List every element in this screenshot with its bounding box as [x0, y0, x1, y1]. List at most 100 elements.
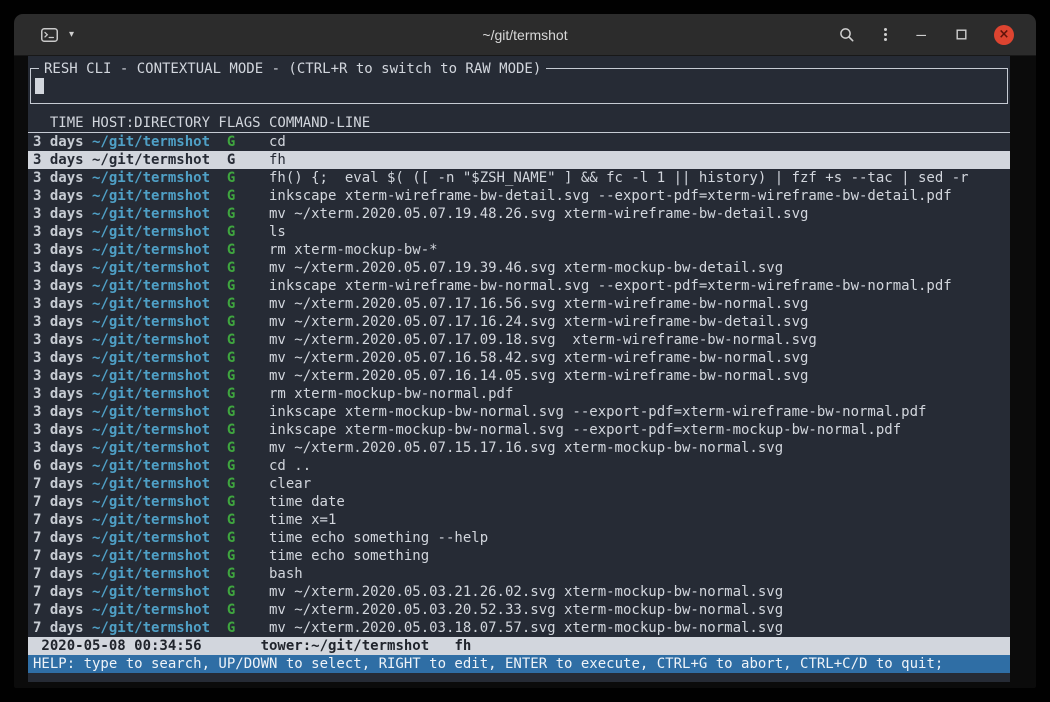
- row-directory: ~/git/termshot: [92, 277, 218, 295]
- history-row[interactable]: 7 days~/git/termshotGmv ~/xterm.2020.05.…: [28, 601, 1010, 619]
- history-row[interactable]: 7 days~/git/termshotGbash: [28, 565, 1010, 583]
- row-flags: G: [218, 511, 269, 529]
- row-flags: G: [218, 313, 269, 331]
- history-row[interactable]: 7 days~/git/termshotGclear: [28, 475, 1010, 493]
- row-command: time echo something: [269, 548, 429, 564]
- history-row[interactable]: 3 days~/git/termshotGrm xterm-mockup-bw-…: [28, 241, 1010, 259]
- row-time: 3 days: [33, 241, 92, 259]
- menu-button[interactable]: [881, 23, 890, 46]
- history-row[interactable]: 3 days~/git/termshotGmv ~/xterm.2020.05.…: [28, 259, 1010, 277]
- row-time: 3 days: [33, 169, 92, 187]
- row-flags: G: [218, 349, 269, 367]
- history-row[interactable]: 3 days~/git/termshotGinkscape xterm-mock…: [28, 421, 1010, 439]
- row-directory: ~/git/termshot: [92, 331, 218, 349]
- row-time: 3 days: [33, 205, 92, 223]
- row-command: bash: [269, 566, 303, 582]
- row-directory: ~/git/termshot: [92, 583, 218, 601]
- row-command: mv ~/xterm.2020.05.07.17.16.24.svg xterm…: [269, 314, 808, 330]
- row-command: fh: [269, 152, 286, 168]
- history-row[interactable]: 7 days~/git/termshotGtime date: [28, 493, 1010, 511]
- resh-search-box[interactable]: RESH CLI - CONTEXTUAL MODE - (CTRL+R to …: [30, 68, 1008, 104]
- row-command: cd: [269, 134, 286, 150]
- history-row[interactable]: 6 days~/git/termshotGcd ..: [28, 457, 1010, 475]
- history-row[interactable]: 3 days~/git/termshotGcd: [28, 133, 1010, 151]
- row-flags: G: [218, 367, 269, 385]
- row-time: 3 days: [33, 223, 92, 241]
- row-directory: ~/git/termshot: [92, 385, 218, 403]
- history-row[interactable]: 3 days~/git/termshotGinkscape xterm-wire…: [28, 187, 1010, 205]
- new-tab-button[interactable]: [38, 25, 61, 45]
- row-time: 7 days: [33, 601, 92, 619]
- row-command: clear: [269, 476, 311, 492]
- row-flags: G: [218, 205, 269, 223]
- row-command: cd ..: [269, 458, 311, 474]
- titlebar-right-group: – ×: [836, 23, 1014, 46]
- row-command: mv ~/xterm.2020.05.07.16.58.42.svg xterm…: [269, 350, 808, 366]
- search-icon: [839, 27, 855, 43]
- history-row[interactable]: 7 days~/git/termshotGmv ~/xterm.2020.05.…: [28, 619, 1010, 637]
- row-command: mv ~/xterm.2020.05.07.17.16.56.svg xterm…: [269, 296, 808, 312]
- restore-button[interactable]: [952, 25, 971, 44]
- desktop: ▾ ~/git/termshot –: [0, 0, 1050, 702]
- minimize-button[interactable]: –: [913, 24, 929, 46]
- status-datetime: 2020-05-08 00:34:56: [41, 638, 201, 654]
- row-time: 3 days: [33, 349, 92, 367]
- history-row[interactable]: 3 days~/git/termshotGls: [28, 223, 1010, 241]
- row-directory: ~/git/termshot: [92, 133, 218, 151]
- titlebar: ▾ ~/git/termshot –: [14, 14, 1036, 56]
- row-command: mv ~/xterm.2020.05.07.19.39.46.svg xterm…: [269, 260, 783, 276]
- row-command: mv ~/xterm.2020.05.07.15.17.16.svg xterm…: [269, 440, 783, 456]
- row-flags: G: [218, 259, 269, 277]
- row-directory: ~/git/termshot: [92, 457, 218, 475]
- history-row[interactable]: 7 days~/git/termshotGtime echo something…: [28, 529, 1010, 547]
- row-flags: G: [218, 151, 269, 169]
- row-command: mv ~/xterm.2020.05.03.20.52.33.svg xterm…: [269, 602, 783, 618]
- history-row[interactable]: 3 days~/git/termshotGinkscape xterm-wire…: [28, 277, 1010, 295]
- row-flags: G: [218, 439, 269, 457]
- row-command: inkscape xterm-mockup-bw-normal.svg --ex…: [269, 422, 901, 438]
- row-flags: G: [218, 529, 269, 547]
- row-flags: G: [218, 493, 269, 511]
- history-row[interactable]: 7 days~/git/termshotGtime x=1: [28, 511, 1010, 529]
- row-flags: G: [218, 169, 269, 187]
- row-command: mv ~/xterm.2020.05.03.18.07.57.svg xterm…: [269, 620, 783, 636]
- row-time: 3 days: [33, 133, 92, 151]
- status-command: fh: [454, 638, 471, 654]
- row-directory: ~/git/termshot: [92, 169, 218, 187]
- row-directory: ~/git/termshot: [92, 529, 218, 547]
- history-row[interactable]: 3 days~/git/termshotGmv ~/xterm.2020.05.…: [28, 367, 1010, 385]
- history-row[interactable]: 3 days~/git/termshotGmv ~/xterm.2020.05.…: [28, 313, 1010, 331]
- row-directory: ~/git/termshot: [92, 439, 218, 457]
- history-row[interactable]: 3 days~/git/termshotGfh() {; eval $( ([ …: [28, 169, 1010, 187]
- search-box-title: RESH CLI - CONTEXTUAL MODE - (CTRL+R to …: [39, 60, 546, 78]
- row-command: mv ~/xterm.2020.05.07.16.14.05.svg xterm…: [269, 368, 808, 384]
- history-row[interactable]: 3 days~/git/termshotGinkscape xterm-mock…: [28, 403, 1010, 421]
- new-tab-menu-button[interactable]: ▾: [66, 27, 77, 43]
- row-directory: ~/git/termshot: [92, 295, 218, 313]
- history-row[interactable]: 3 days~/git/termshotGmv ~/xterm.2020.05.…: [28, 439, 1010, 457]
- close-button[interactable]: ×: [994, 25, 1014, 45]
- row-command: fh() {; eval $( ([ -n "$ZSH_NAME" ] && f…: [269, 170, 969, 186]
- text-cursor: [35, 78, 44, 94]
- row-time: 3 days: [33, 151, 92, 169]
- row-flags: G: [218, 223, 269, 241]
- history-row[interactable]: 7 days~/git/termshotGtime echo something: [28, 547, 1010, 565]
- history-row[interactable]: 3 days~/git/termshotGmv ~/xterm.2020.05.…: [28, 205, 1010, 223]
- search-button[interactable]: [836, 24, 858, 46]
- row-directory: ~/git/termshot: [92, 349, 218, 367]
- row-directory: ~/git/termshot: [92, 403, 218, 421]
- row-time: 3 days: [33, 385, 92, 403]
- row-command: time x=1: [269, 512, 336, 528]
- history-row[interactable]: 3 days~/git/termshotGmv ~/xterm.2020.05.…: [28, 295, 1010, 313]
- row-time: 3 days: [33, 421, 92, 439]
- history-row[interactable]: 3 days~/git/termshotGmv ~/xterm.2020.05.…: [28, 331, 1010, 349]
- history-row[interactable]: 3 days~/git/termshotGfh: [28, 151, 1010, 169]
- row-directory: ~/git/termshot: [92, 187, 218, 205]
- history-row[interactable]: 3 days~/git/termshotGrm xterm-mockup-bw-…: [28, 385, 1010, 403]
- history-row[interactable]: 7 days~/git/termshotGmv ~/xterm.2020.05.…: [28, 583, 1010, 601]
- history-row[interactable]: 3 days~/git/termshotGmv ~/xterm.2020.05.…: [28, 349, 1010, 367]
- titlebar-left-group: ▾: [38, 25, 77, 45]
- row-directory: ~/git/termshot: [92, 205, 218, 223]
- history-header: TIME HOST:DIRECTORY FLAGS COMMAND-LINE: [28, 114, 1010, 133]
- row-time: 7 days: [33, 565, 92, 583]
